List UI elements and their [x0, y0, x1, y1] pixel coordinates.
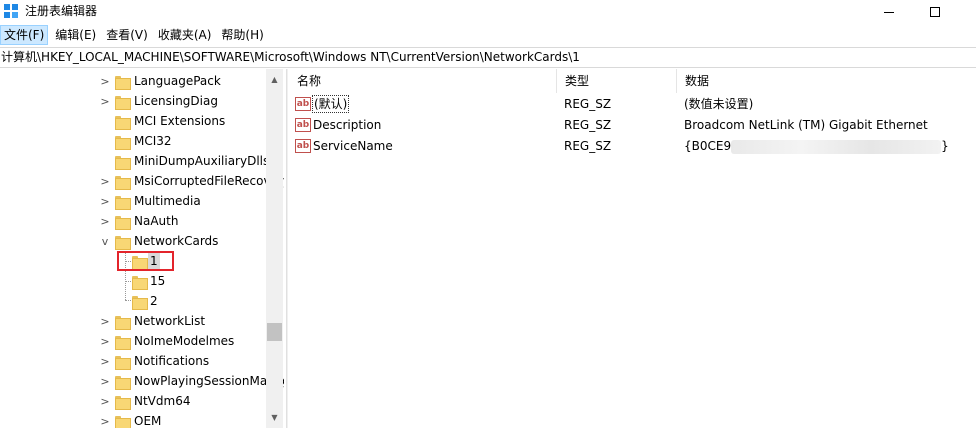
redacted-blur — [731, 139, 942, 154]
list-header: 名称 类型 数据 — [289, 69, 976, 93]
menu-file[interactable]: 文件(F) — [0, 25, 49, 45]
expand-icon[interactable]: > — [100, 371, 110, 391]
folder-icon — [114, 334, 131, 350]
tree-item-languagepack[interactable]: LanguagePack — [134, 73, 221, 89]
value-type: REG_SZ — [564, 139, 612, 153]
tree-item-licensingdiag[interactable]: LicensingDiag — [134, 93, 218, 109]
folder-icon — [114, 194, 131, 210]
tree-item-minidumpauxiliarydlls[interactable]: MiniDumpAuxiliaryDlls — [134, 153, 269, 169]
folder-icon — [114, 214, 131, 230]
folder-icon — [131, 294, 148, 310]
tree-item-nowplayingsessionmanager[interactable]: NowPlayingSessionManager — [134, 373, 284, 389]
tree-scrollbar[interactable]: ▲ ▼ — [266, 69, 283, 428]
folder-icon — [114, 114, 131, 130]
title-bar: 注册表编辑器 — [0, 0, 976, 24]
value-data: {B0CE9} — [684, 138, 949, 154]
expand-icon[interactable]: > — [100, 91, 110, 111]
tree-item-mci-extensions[interactable]: MCI Extensions — [134, 113, 225, 129]
scroll-thumb[interactable] — [267, 323, 282, 341]
folder-icon — [114, 394, 131, 410]
tree-item-naauth[interactable]: NaAuth — [134, 213, 178, 229]
value-name: ServiceName — [313, 139, 393, 153]
column-header-data[interactable]: 数据 — [677, 69, 976, 93]
collapse-icon[interactable]: v — [100, 231, 110, 251]
folder-icon — [114, 314, 131, 330]
expand-icon[interactable]: > — [100, 411, 110, 428]
folder-icon — [114, 354, 131, 370]
tree-item-networkcards[interactable]: NetworkCards — [134, 233, 218, 249]
column-header-name[interactable]: 名称 — [289, 69, 557, 93]
string-value-icon: ab — [295, 118, 311, 132]
value-name: (默认) — [311, 95, 350, 113]
value-data: Broadcom NetLink (TM) Gigabit Ethernet — [684, 118, 928, 132]
selection-highlight-box — [117, 251, 174, 271]
value-data-suffix: } — [941, 139, 949, 153]
tree-item-msicorruptedfilerecovery[interactable]: MsiCorruptedFileRecovery — [134, 173, 284, 189]
value-type: REG_SZ — [564, 118, 612, 132]
list-row[interactable]: ab (默认) REG_SZ (数值未设置) — [289, 94, 976, 115]
value-type: REG_SZ — [564, 97, 612, 111]
window-title: 注册表编辑器 — [25, 4, 98, 18]
expand-icon[interactable]: > — [100, 191, 110, 211]
folder-icon — [114, 154, 131, 170]
expand-icon[interactable]: > — [100, 71, 110, 91]
expand-icon[interactable]: > — [100, 211, 110, 231]
tree-item-multimedia[interactable]: Multimedia — [134, 193, 201, 209]
folder-icon — [114, 74, 131, 90]
tree-item-mci32[interactable]: MCI32 — [134, 133, 172, 149]
expand-icon[interactable]: > — [100, 311, 110, 331]
address-bar[interactable]: 计算机\HKEY_LOCAL_MACHINE\SOFTWARE\Microsof… — [0, 47, 976, 68]
minimize-button[interactable] — [866, 0, 912, 24]
value-name: Description — [313, 118, 382, 132]
scroll-down-arrow-icon[interactable]: ▼ — [266, 409, 283, 426]
expand-icon[interactable]: > — [100, 391, 110, 411]
tree-item-networkcards-2[interactable]: 2 — [150, 293, 158, 309]
regedit-app-icon — [4, 4, 18, 18]
menu-favorites[interactable]: 收藏夹(A) — [155, 25, 215, 45]
tree-item-networklist[interactable]: NetworkList — [134, 313, 205, 329]
menu-help[interactable]: 帮助(H) — [218, 25, 266, 45]
menu-edit[interactable]: 编辑(E) — [52, 25, 99, 45]
folder-icon — [114, 234, 131, 250]
list-row[interactable]: ab Description REG_SZ Broadcom NetLink (… — [289, 115, 976, 136]
column-header-type[interactable]: 类型 — [557, 69, 677, 93]
list-row[interactable]: ab ServiceName REG_SZ {B0CE9} — [289, 136, 976, 157]
value-data: (数值未设置) — [684, 97, 754, 111]
expand-icon[interactable]: > — [100, 331, 110, 351]
string-value-icon: ab — [295, 97, 311, 111]
menu-bar: 文件(F) 编辑(E) 查看(V) 收藏夹(A) 帮助(H) — [0, 25, 976, 45]
folder-icon — [114, 134, 131, 150]
tree-pane: > LanguagePack > LicensingDiag MCI Exten… — [0, 69, 284, 428]
values-list: 名称 类型 数据 ab (默认) REG_SZ (数值未设置) ab Descr… — [289, 69, 976, 428]
folder-icon — [114, 374, 131, 390]
tree-item-noimemodelmes[interactable]: NoImeModelmes — [134, 333, 234, 349]
minimize-icon — [884, 11, 894, 13]
tree-item-networkcards-15[interactable]: 15 — [150, 273, 165, 289]
scroll-up-arrow-icon[interactable]: ▲ — [266, 71, 283, 88]
maximize-button[interactable] — [912, 0, 958, 24]
string-value-icon: ab — [295, 139, 311, 153]
folder-icon — [114, 174, 131, 190]
maximize-icon — [930, 7, 940, 17]
expand-icon[interactable]: > — [100, 171, 110, 191]
tree-item-ntvdm64[interactable]: NtVdm64 — [134, 393, 190, 409]
folder-icon — [131, 274, 148, 290]
expand-icon[interactable]: > — [100, 351, 110, 371]
pane-splitter[interactable] — [286, 69, 288, 428]
value-data-prefix: {B0CE9 — [684, 139, 732, 153]
folder-icon — [114, 414, 131, 428]
folder-icon — [114, 94, 131, 110]
tree-item-notifications[interactable]: Notifications — [134, 353, 209, 369]
tree-item-oem[interactable]: OEM — [134, 413, 161, 428]
menu-view[interactable]: 查看(V) — [103, 25, 151, 45]
